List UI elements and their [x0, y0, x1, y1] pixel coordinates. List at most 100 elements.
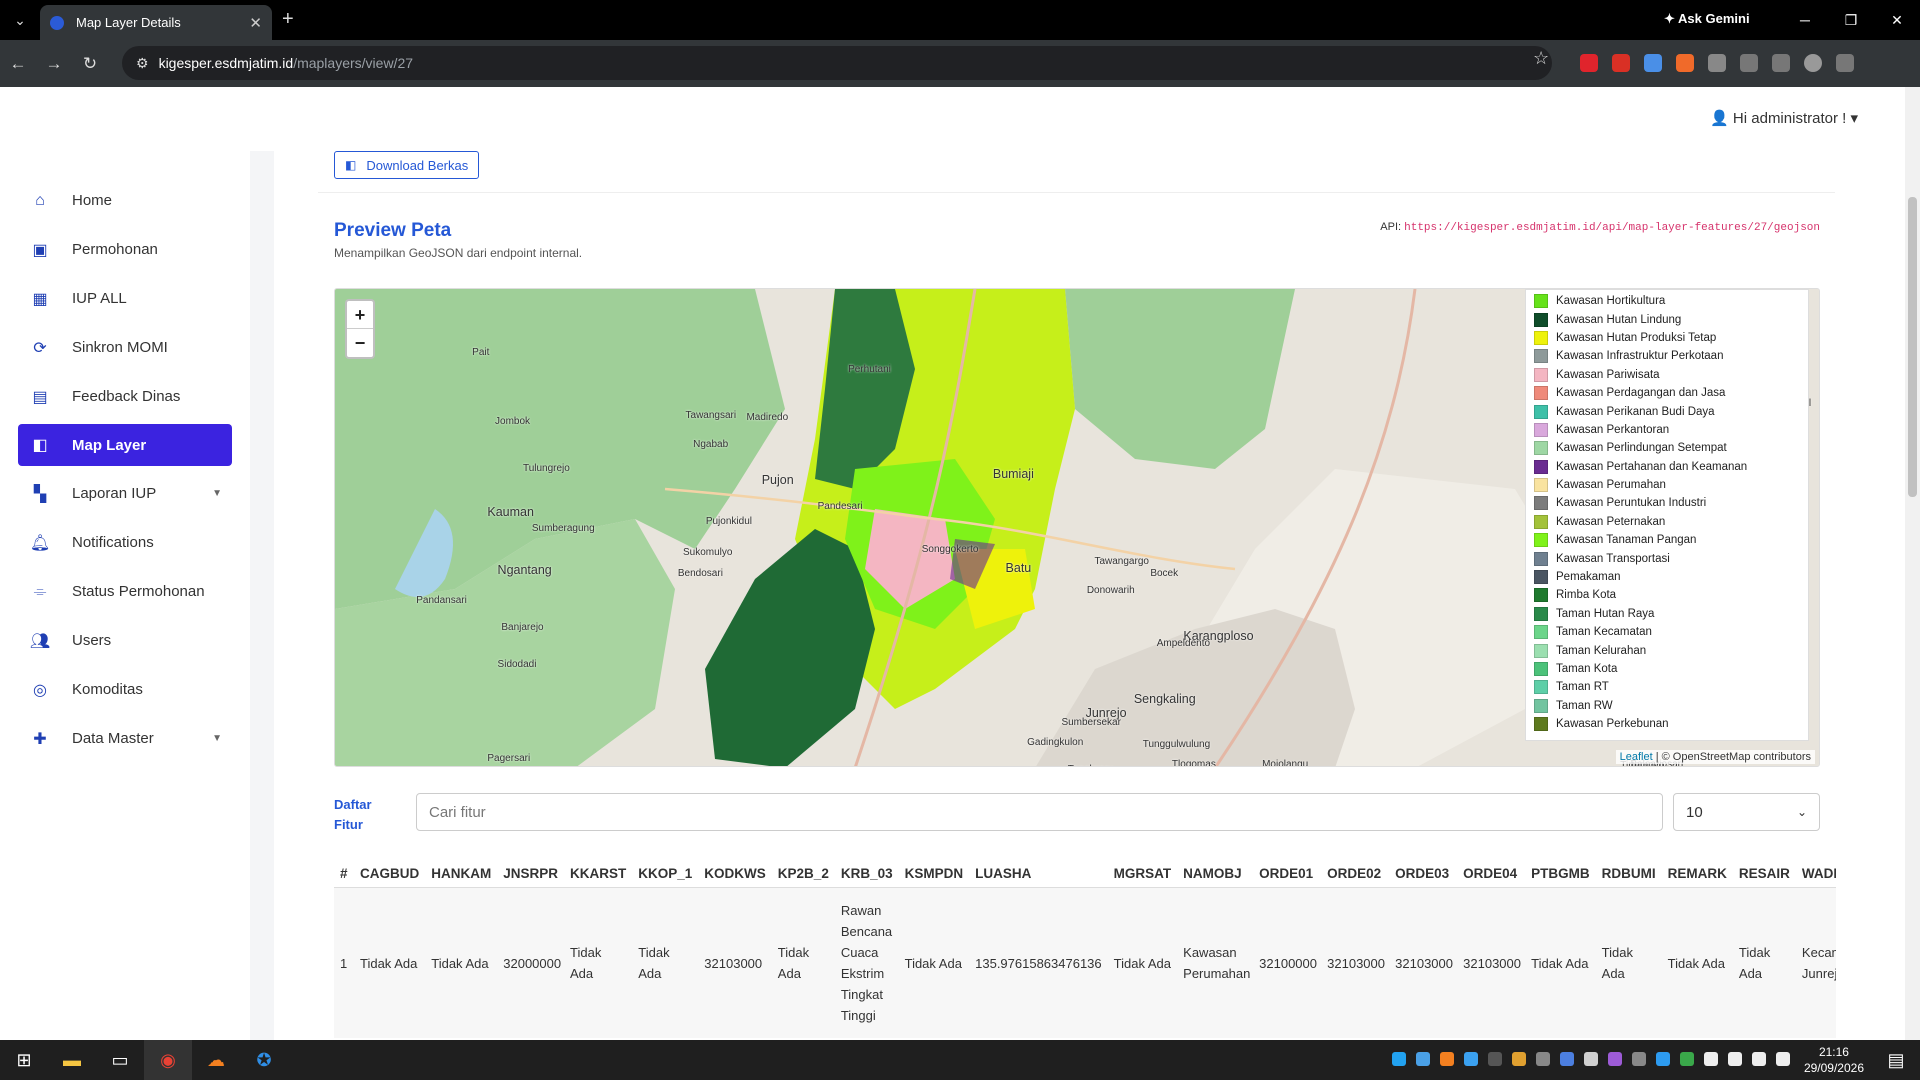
extension-icon[interactable] [1676, 54, 1694, 72]
sync-icon: ⟳ [33, 339, 47, 357]
sidebar-item-laporan-iup[interactable]: ▚ Laporan IUP ▼ [18, 469, 232, 518]
sidebar-item-komoditas[interactable]: ◎ Komoditas [18, 665, 232, 714]
table-header-cell[interactable]: CAGBUD [354, 860, 426, 888]
table-header-cell[interactable]: JNSRPR [497, 860, 565, 888]
scrollbar-thumb[interactable] [1908, 197, 1917, 497]
windows-start-icon[interactable]: ⊞ [0, 1040, 48, 1080]
url-field[interactable]: ⚙ kigesper.esdmjatim.id/maplayers/view/2… [122, 46, 1552, 80]
user-menu[interactable]: 👤 Hi administrator ! ▾ [1710, 109, 1858, 127]
table-header-cell[interactable]: KKOP_1 [632, 860, 699, 888]
table-header-cell[interactable]: ORDE02 [1321, 860, 1390, 888]
tray-icon[interactable] [1512, 1052, 1526, 1066]
notification-center-icon[interactable]: ▤ [1872, 1040, 1920, 1080]
chrome-icon[interactable]: ◉ [144, 1040, 192, 1080]
sidebar-item-notifications[interactable]: 🔔︎ Notifications [18, 518, 232, 567]
sidebar-item-map-layer[interactable]: ◧ Map Layer [18, 424, 232, 466]
vscode-icon[interactable]: ✪ [240, 1040, 288, 1080]
tray-icon[interactable] [1464, 1052, 1478, 1066]
forward-icon[interactable]: → [36, 54, 72, 74]
legend-label: Kawasan Perikanan Budi Daya [1556, 405, 1715, 418]
legend-item: Kawasan Pariwisata [1534, 366, 1800, 384]
sidebar-item-permohonan[interactable]: ▣ Permohonan [18, 225, 232, 274]
zoom-in-button[interactable]: + [347, 301, 373, 329]
extension-icon[interactable] [1580, 54, 1598, 72]
tray-icon[interactable] [1560, 1052, 1574, 1066]
tray-icon[interactable] [1608, 1052, 1622, 1066]
sidebar-item-sinkron-momi[interactable]: ⟳ Sinkron MOMI [18, 323, 232, 372]
table-header-cell[interactable]: RDBUMI [1595, 860, 1662, 888]
tray-icon[interactable] [1416, 1052, 1430, 1066]
battery-icon[interactable] [1776, 1052, 1790, 1066]
sidebar-item-iup-all[interactable]: ▦ IUP ALL [18, 274, 232, 323]
table-header-cell[interactable]: ORDE01 [1253, 860, 1322, 888]
bookmark-star-icon[interactable]: ☆ [1533, 48, 1549, 69]
map-place-label: Songgokerto [921, 544, 979, 556]
api-url[interactable]: https://kigesper.esdmjatim.id/api/map-la… [1404, 222, 1820, 234]
table-header-cell[interactable]: RESAIR [1732, 860, 1796, 888]
sidebar-item-data-master[interactable]: ✚ Data Master ▼ [18, 714, 232, 763]
volume-icon[interactable] [1752, 1052, 1766, 1066]
page-scrollbar[interactable] [1905, 87, 1920, 1040]
media-icon[interactable] [1772, 54, 1790, 72]
table-header-cell[interactable]: # [334, 860, 354, 888]
feature-search-input[interactable]: Cari fitur [416, 793, 1663, 831]
restore-icon[interactable]: ❐ [1828, 0, 1874, 40]
table-header-cell[interactable]: ORDE03 [1389, 860, 1458, 888]
table-header-cell[interactable]: WADI [1795, 860, 1836, 888]
reload-icon[interactable]: ↻ [72, 54, 108, 74]
app-header: kiGesper 👤 Hi administrator ! ▾ [0, 87, 1905, 151]
download-icon[interactable] [1740, 54, 1758, 72]
sidebar-item-users[interactable]: 👥︎ Users [18, 616, 232, 665]
new-tab-icon[interactable]: + [282, 8, 294, 31]
table-header-cell[interactable]: KP2B_2 [771, 860, 835, 888]
extension-icon[interactable] [1612, 54, 1630, 72]
table-header-cell[interactable]: PTBGMB [1525, 860, 1596, 888]
tray-icon[interactable] [1656, 1052, 1670, 1066]
tray-icon[interactable] [1392, 1052, 1406, 1066]
tray-icon[interactable] [1584, 1052, 1598, 1066]
file-explorer-icon[interactable]: ▬ [48, 1040, 96, 1080]
table-header-cell[interactable]: ORDE04 [1457, 860, 1526, 888]
site-info-icon[interactable]: ⚙ [136, 55, 149, 72]
profile-avatar[interactable] [1804, 54, 1822, 72]
tray-icon[interactable] [1704, 1052, 1718, 1066]
taskbar-clock[interactable]: 21:16 29/09/2026 [1804, 1044, 1864, 1076]
close-window-icon[interactable]: ✕ [1874, 0, 1920, 40]
leaflet-link[interactable]: Leaflet [1620, 751, 1653, 763]
table-header-cell[interactable]: KRB_03 [834, 860, 899, 888]
table-header-cell[interactable]: NAMOBJ [1177, 860, 1254, 888]
tray-icon[interactable] [1632, 1052, 1646, 1066]
zoom-out-button[interactable]: − [347, 329, 373, 357]
sidebar-item-home[interactable]: ⌂ Home [18, 176, 232, 225]
ask-gemini-button[interactable]: ✦ Ask Gemini [1664, 11, 1750, 27]
table-header-cell[interactable]: REMARK [1661, 860, 1733, 888]
legend-swatch [1534, 717, 1548, 732]
tray-icon[interactable] [1680, 1052, 1694, 1066]
page-size-select[interactable]: 10 ⌄ [1673, 793, 1820, 831]
sidebar-item-feedback-dinas[interactable]: ▤ Feedback Dinas [18, 372, 232, 421]
table-header-cell[interactable]: KSMPDN [898, 860, 970, 888]
table-header-cell[interactable]: LUASHA [969, 860, 1108, 888]
back-icon[interactable]: ← [0, 54, 36, 74]
tray-icon[interactable] [1440, 1052, 1454, 1066]
table-header-cell[interactable]: KKARST [564, 860, 633, 888]
table-row[interactable]: 1 Tidak Ada Tidak Ada 32000000 Tidak Ada Tida… [334, 887, 1836, 1038]
extensions-puzzle-icon[interactable] [1708, 54, 1726, 72]
sidebar-item-status-permohonan[interactable]: ⌯ Status Permohonan [18, 567, 232, 616]
wifi-icon[interactable] [1728, 1052, 1742, 1066]
map-preview[interactable]: Pait Jombok Tulungrejo Kauman Sumberagung Nga… [334, 288, 1820, 767]
tab-search-icon[interactable]: ⌄ [0, 12, 40, 29]
table-header-cell[interactable]: MGRSAT [1107, 860, 1178, 888]
extension-icon[interactable] [1644, 54, 1662, 72]
table-header-cell[interactable]: KODKWS [698, 860, 772, 888]
tray-icon[interactable] [1488, 1052, 1502, 1066]
download-berkas-button[interactable]: ◧ Download Berkas [334, 151, 480, 179]
tab-close-icon[interactable]: ✕ [249, 14, 262, 32]
table-header-cell[interactable]: HANKAM [425, 860, 498, 888]
menu-icon[interactable] [1836, 54, 1854, 72]
cloudflare-icon[interactable]: ☁ [192, 1040, 240, 1080]
minimize-icon[interactable]: ─ [1782, 0, 1828, 40]
terminal-icon[interactable]: ▭ [96, 1040, 144, 1080]
tray-icon[interactable] [1536, 1052, 1550, 1066]
browser-tab[interactable]: Map Layer Details ✕ [40, 5, 272, 40]
